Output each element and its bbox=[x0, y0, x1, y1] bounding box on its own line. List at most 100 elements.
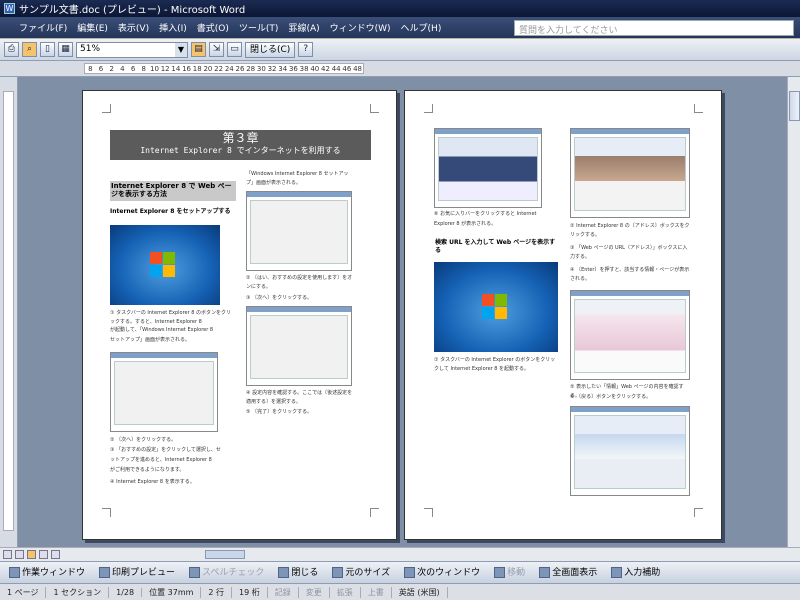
normal-view-icon[interactable] bbox=[3, 550, 12, 559]
status-rec[interactable]: 記録 bbox=[268, 586, 299, 598]
toolbar-button-icon bbox=[9, 567, 20, 578]
help-search-input[interactable]: 質問を入力してください bbox=[514, 20, 794, 36]
toolbar-button-6[interactable]: 移動 bbox=[489, 565, 530, 581]
title-bar: W サンプル文書.doc (プレビュー) - Microsoft Word bbox=[0, 0, 800, 17]
toolbar-button-1[interactable]: 印刷プレビュー bbox=[94, 565, 180, 581]
ruler-tick-label: 30 bbox=[256, 65, 266, 73]
browser-screenshot bbox=[570, 290, 690, 380]
ruler-tick-label: 40 bbox=[310, 65, 320, 73]
step-text: ⑥ お気に入りバーをクリックすると Internet bbox=[434, 211, 537, 217]
status-ext[interactable]: 拡張 bbox=[330, 586, 361, 598]
ruler-tick-label: 8 bbox=[141, 65, 147, 73]
toolbar-button-label: 移動 bbox=[507, 567, 526, 578]
chapter-header: 第３章 Internet Explorer 8 でインターネットを利用する bbox=[110, 130, 371, 160]
ruler-tick-label: 48 bbox=[353, 65, 362, 73]
vertical-scrollbar[interactable] bbox=[787, 77, 800, 547]
horizontal-ruler[interactable]: 8 6 2 4 6 8 10 12 14 16 18 20 22 24 26 28 30 32 34 36 38 40 42… bbox=[0, 61, 800, 77]
ruler-tick-label: 12 bbox=[160, 65, 170, 73]
menu-help[interactable]: ヘルプ(H) bbox=[396, 21, 447, 34]
vertical-ruler[interactable] bbox=[0, 77, 18, 547]
close-preview-button[interactable]: 閉じる(C) bbox=[245, 41, 296, 58]
browser-screenshot bbox=[570, 128, 690, 218]
ruler-scale: 8 6 2 4 6 8 10 12 14 16 18 20 22 24 26 28 30 32 34 36 38 40 42… bbox=[84, 63, 364, 74]
window-title: サンプル文書.doc (プレビュー) - Microsoft Word bbox=[19, 5, 246, 16]
horizontal-scrollbar[interactable] bbox=[0, 547, 800, 561]
toolbar-button-3[interactable]: 閉じる bbox=[273, 565, 323, 581]
chapter-title: 第３章 bbox=[222, 131, 259, 145]
status-col: 19 桁 bbox=[232, 586, 268, 598]
ruler-tick-label: 14 bbox=[171, 65, 181, 73]
step-text: ⑤ 〔完了〕をクリックする。 bbox=[246, 409, 313, 415]
ruler-tick-label: 20 bbox=[203, 65, 213, 73]
toolbar-button-icon bbox=[332, 567, 344, 578]
ruler-tick-label: 10 bbox=[150, 65, 159, 73]
menu-window[interactable]: ウィンドウ(W) bbox=[325, 21, 396, 34]
toolbar-button-icon bbox=[189, 567, 201, 578]
toolbar-button-label: 入力補助 bbox=[624, 567, 661, 578]
setup-dialog-screenshot bbox=[246, 306, 352, 386]
menu-tools[interactable]: ツール(T) bbox=[234, 21, 284, 34]
zoom-select[interactable]: 51% ▼ bbox=[76, 41, 188, 58]
outline-view-icon[interactable] bbox=[39, 550, 48, 559]
menu-view[interactable]: 表示(V) bbox=[113, 21, 154, 34]
reading-layout-icon[interactable] bbox=[51, 550, 60, 559]
multiple-pages-icon[interactable]: ▦ bbox=[58, 42, 73, 57]
crop-mark bbox=[370, 508, 379, 517]
step-text: ③ 〔次へ〕をクリックする。 bbox=[246, 295, 313, 301]
toolbar-button-5[interactable]: 次のウィンドウ bbox=[399, 565, 485, 581]
print-icon[interactable]: ⎙ bbox=[4, 42, 19, 57]
scroll-thumb[interactable] bbox=[205, 550, 245, 559]
chevron-down-icon: ▼ bbox=[175, 42, 187, 57]
step-text: ① タスクバーの Internet Explorer のボタンをクリックして I… bbox=[434, 357, 556, 372]
step-text: ① タスクバーの Internet Explorer 8 のボタンをクリックする… bbox=[110, 310, 232, 325]
browser-screenshot bbox=[434, 128, 542, 208]
ruler-tick-label: 44 bbox=[331, 65, 341, 73]
ruler-tick-label: 28 bbox=[246, 65, 256, 73]
menu-file[interactable]: ファイル(F) bbox=[14, 21, 72, 34]
zoom-value: 51% bbox=[80, 43, 101, 54]
browser-screenshot bbox=[570, 406, 690, 496]
step-text: ② Internet Explorer 8 の〔アドレス〕ボックスをクリックする… bbox=[570, 223, 690, 238]
menu-edit[interactable]: 編集(E) bbox=[72, 21, 113, 34]
toolbar-button-icon bbox=[539, 567, 551, 578]
web-layout-icon[interactable] bbox=[15, 550, 24, 559]
ruler-tick-label: 6 bbox=[98, 65, 104, 73]
toolbar-button-icon bbox=[278, 567, 290, 578]
crop-mark bbox=[694, 104, 703, 113]
toolbar-button-8[interactable]: 入力補助 bbox=[606, 565, 665, 581]
word-app-icon: W bbox=[4, 3, 15, 14]
toolbar-button-0[interactable]: 作業ウィンドウ bbox=[4, 565, 90, 581]
crop-mark bbox=[370, 104, 379, 113]
scroll-thumb[interactable] bbox=[789, 91, 800, 121]
help-icon[interactable]: ? bbox=[298, 42, 314, 57]
status-trk[interactable]: 変更 bbox=[299, 586, 330, 598]
menu-bar: ファイル(F) 編集(E) 表示(V) 挿入(I) 書式(O) ツール(T) 罫… bbox=[0, 17, 800, 39]
step-text: ットアップを進めると、Internet Explorer 8 bbox=[110, 457, 212, 463]
toolbar-button-2[interactable]: スペルチェック bbox=[184, 565, 269, 581]
crop-mark bbox=[424, 104, 433, 113]
shrink-to-fit-icon[interactable]: ⇲ bbox=[209, 42, 224, 57]
toolbar-button-label: 元のサイズ bbox=[345, 567, 391, 578]
menu-table[interactable]: 罫線(A) bbox=[283, 21, 324, 34]
ruler-tick-label: 18 bbox=[192, 65, 202, 73]
magnifier-icon[interactable]: ⌕ bbox=[22, 42, 37, 57]
step-text: ③ 「Web ページの URL（アドレス）」ボックスに入力する。 bbox=[570, 245, 688, 260]
toolbar-button-4[interactable]: 元のサイズ bbox=[327, 565, 395, 581]
view-ruler-icon[interactable]: ▤ bbox=[191, 42, 206, 57]
step-text: セットアップ」画面が表示される。 bbox=[110, 337, 191, 343]
crop-mark bbox=[694, 508, 703, 517]
ruler-tick-label: 32 bbox=[267, 65, 277, 73]
menu-format[interactable]: 書式(O) bbox=[192, 21, 234, 34]
toolbar-button-label: 作業ウィンドウ bbox=[22, 567, 86, 578]
setup-dialog-screenshot bbox=[110, 352, 218, 432]
full-screen-icon[interactable]: ▭ bbox=[227, 42, 242, 57]
ruler-tick-label: 34 bbox=[278, 65, 288, 73]
menu-insert[interactable]: 挿入(I) bbox=[154, 21, 192, 34]
print-layout-icon[interactable] bbox=[27, 550, 36, 559]
toolbar-button-label: 次のウィンドウ bbox=[417, 567, 481, 578]
toolbar-button-7[interactable]: 全画面表示 bbox=[534, 565, 602, 581]
toolbar-button-icon bbox=[404, 567, 416, 578]
status-ovr[interactable]: 上書 bbox=[361, 586, 392, 598]
ruler-tick-label: 8 bbox=[88, 65, 93, 73]
one-page-icon[interactable]: ▯ bbox=[40, 42, 55, 57]
